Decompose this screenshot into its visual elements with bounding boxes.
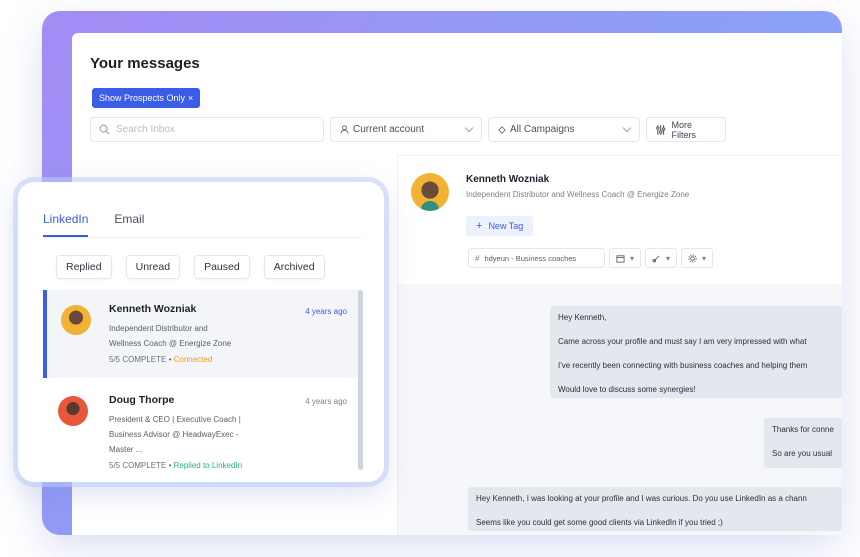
calendar-dropdown[interactable]: ▾ <box>609 248 642 268</box>
sliders-icon <box>656 124 666 135</box>
contact-subtitle: Master ... <box>109 445 143 454</box>
list-scrollbar[interactable] <box>358 290 363 470</box>
account-select[interactable]: Current account <box>330 117 482 142</box>
filter-unread-button[interactable]: Unread <box>125 255 181 279</box>
more-filters-label: More Filters <box>671 119 697 140</box>
status-badge: Connected <box>173 355 213 364</box>
message-bubble: Thanks for conne So are you usual <box>764 418 842 468</box>
chevron-down-icon <box>464 123 474 133</box>
chip-label: Show Prospects Only <box>99 93 186 103</box>
campaigns-select[interactable]: All Campaigns <box>488 117 640 142</box>
status-filters: Replied Unread Paused Archived <box>56 255 325 279</box>
message-bubble: Hey Kenneth, I was looking at your profi… <box>468 487 842 531</box>
message-thread: Hey Kenneth, Came across your profile an… <box>398 287 842 535</box>
sequence-status: 5/5 COMPLETE • Connected <box>109 355 213 364</box>
contact-name: Kenneth Wozniak <box>466 174 550 185</box>
tab-email[interactable]: Email <box>114 212 144 237</box>
account-select-label: Current account <box>353 124 425 135</box>
conversation-list: Kenneth Wozniak Independent Distributor … <box>43 290 363 482</box>
list-item[interactable]: Doug Thorpe President & CEO | Executive … <box>43 378 361 482</box>
timestamp: 4 years ago <box>305 397 347 406</box>
timestamp: 4 years ago <box>305 307 347 316</box>
chevron-down-icon: ▾ <box>702 253 707 263</box>
close-icon[interactable]: × <box>188 93 193 103</box>
sequence-status: 5/5 COMPLETE • Replied to LinkedIn <box>109 461 243 470</box>
avatar <box>411 173 449 211</box>
inbox-list-card: LinkedIn Email Replied Unread Paused Arc… <box>18 182 384 482</box>
link-icon <box>652 254 660 263</box>
tag-bar: # hdyeun - Business coaches ▾ ▾ ▾ <box>468 248 714 268</box>
contact-subtitle: President & CEO | Executive Coach | <box>109 415 241 424</box>
search-icon <box>99 124 110 135</box>
status-badge: Replied to LinkedIn <box>173 461 243 470</box>
contact-subtitle: Independent Distributor and Wellness Coa… <box>466 190 690 199</box>
chevron-down-icon: ▾ <box>630 253 635 263</box>
campaign-tag-label: hdyeun - Business coaches <box>484 253 577 263</box>
diamond-icon <box>498 125 506 134</box>
hash-icon: # <box>475 253 480 263</box>
conversation-header: Kenneth Wozniak Independent Distributor … <box>398 156 842 286</box>
channel-tabs: LinkedIn Email <box>43 212 144 237</box>
filter-replied-button[interactable]: Replied <box>56 255 112 279</box>
tab-divider <box>43 237 361 238</box>
calendar-icon <box>616 254 625 263</box>
chevron-down-icon: ▾ <box>666 253 671 263</box>
conversation-panel: Kenneth Wozniak Independent Distributor … <box>397 155 842 535</box>
search-input[interactable]: Search Inbox <box>90 117 324 142</box>
plus-icon: + <box>476 220 483 232</box>
message-bubble: Hey Kenneth, Came across your profile an… <box>550 306 842 398</box>
contact-subtitle: Independent Distributor and <box>109 324 208 333</box>
contact-subtitle: Business Advisor @ HeadwayExec - <box>109 430 239 439</box>
more-filters-button[interactable]: More Filters <box>646 117 726 142</box>
filter-paused-button[interactable]: Paused <box>194 255 250 279</box>
page-title: Your messages <box>90 55 200 72</box>
filter-archived-button[interactable]: Archived <box>263 255 325 279</box>
list-item[interactable]: Kenneth Wozniak Independent Distributor … <box>43 290 361 378</box>
search-placeholder: Search Inbox <box>116 124 175 135</box>
tab-linkedin[interactable]: LinkedIn <box>43 212 89 237</box>
contact-subtitle: Wellness Coach @ Energize Zone <box>109 339 232 348</box>
gear-icon <box>688 253 697 263</box>
avatar <box>58 396 88 426</box>
filter-bar: Search Inbox Current account All Campaig… <box>90 117 726 142</box>
campaigns-select-label: All Campaigns <box>510 124 575 135</box>
new-tag-label: New Tag <box>488 221 524 231</box>
link-dropdown[interactable]: ▾ <box>645 248 678 268</box>
new-tag-button[interactable]: + New Tag <box>466 216 534 236</box>
chevron-down-icon <box>622 123 632 133</box>
user-icon <box>340 125 349 134</box>
campaign-tag[interactable]: # hdyeun - Business coaches <box>468 248 605 268</box>
show-prospects-chip[interactable]: Show Prospects Only × <box>92 88 201 108</box>
avatar <box>61 305 91 335</box>
settings-dropdown[interactable]: ▾ <box>681 248 714 268</box>
